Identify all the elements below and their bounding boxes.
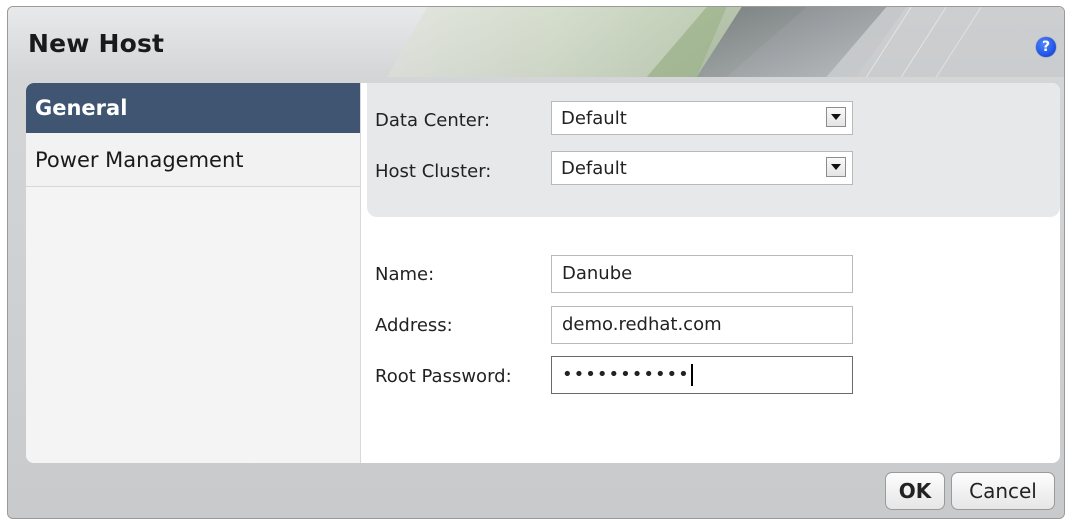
cancel-button[interactable]: Cancel: [951, 472, 1055, 510]
data-center-value: Default: [561, 108, 627, 129]
name-label: Name:: [375, 264, 435, 285]
host-cluster-value: Default: [561, 158, 627, 179]
address-label: Address:: [375, 315, 453, 336]
host-cluster-select[interactable]: Default: [551, 151, 853, 185]
root-password-label: Root Password:: [375, 366, 512, 387]
root-password-field[interactable]: •••••••••••: [551, 356, 853, 394]
tab-general[interactable]: General: [26, 83, 360, 133]
general-content: Data Center: Default Host Cluster: Defau…: [361, 83, 1060, 463]
cluster-section: Data Center: Default Host Cluster: Defau…: [367, 83, 1060, 217]
dialog-body: General Power Management Data Center: De…: [26, 83, 1060, 463]
data-center-select[interactable]: Default: [551, 101, 853, 135]
host-cluster-label: Host Cluster:: [375, 161, 492, 182]
chevron-down-icon[interactable]: [826, 107, 846, 127]
dialog-header: New Host ?: [8, 7, 1064, 77]
sidebar: General Power Management: [26, 83, 361, 463]
dialog-title: New Host: [28, 29, 165, 58]
name-field[interactable]: Danube: [551, 255, 853, 293]
data-center-label: Data Center:: [375, 110, 491, 131]
header-decoration: [387, 7, 1064, 77]
text-cursor: [690, 364, 693, 386]
address-field[interactable]: demo.redhat.com: [551, 306, 853, 344]
tab-power-management[interactable]: Power Management: [26, 133, 360, 187]
password-mask: •••••••••••: [562, 364, 690, 385]
ok-button[interactable]: OK: [885, 472, 945, 510]
help-icon[interactable]: ?: [1036, 37, 1056, 57]
chevron-down-icon[interactable]: [826, 157, 846, 177]
dialog-footer: OK Cancel: [8, 458, 1064, 518]
new-host-dialog: New Host ? General Power Management Data…: [7, 6, 1065, 519]
